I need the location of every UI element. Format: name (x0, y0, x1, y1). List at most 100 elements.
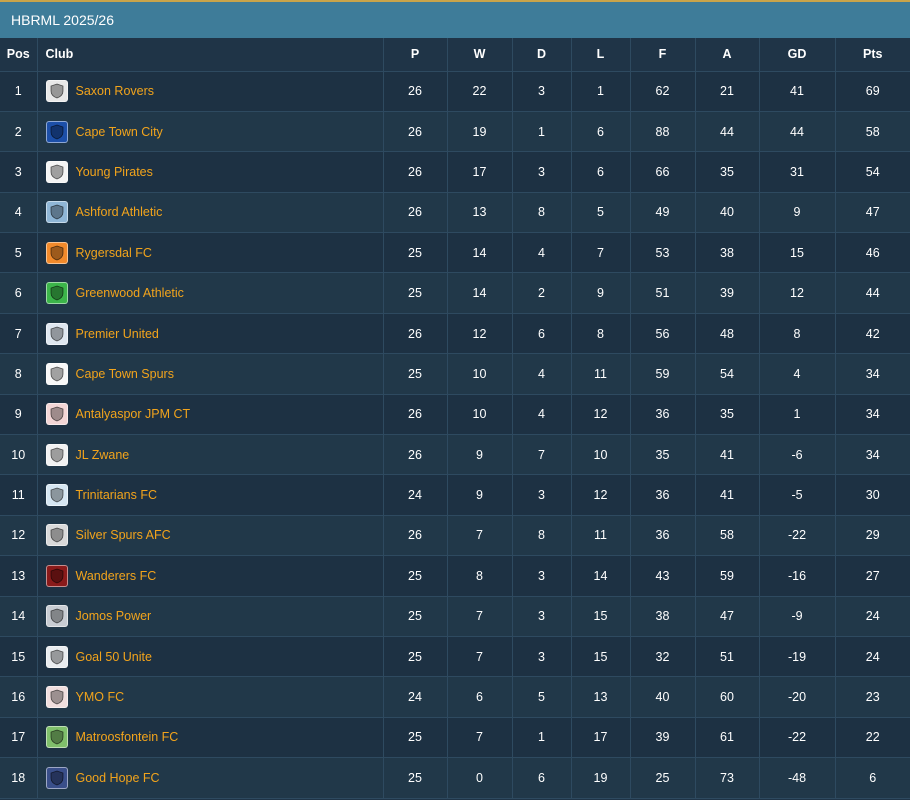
goal-difference-cell: -16 (759, 555, 836, 597)
won-cell: 12 (447, 313, 513, 355)
position-cell: 10 (0, 434, 38, 476)
position-cell: 2 (0, 111, 38, 153)
table-row: 10 JL Zwane 26 9 7 10 35 41 -6 34 (0, 434, 910, 476)
club-link[interactable]: Trinitarians FC (76, 488, 158, 502)
played-cell: 25 (383, 272, 448, 314)
points-cell: 29 (835, 515, 910, 557)
played-cell: 25 (383, 596, 448, 637)
col-header-points[interactable]: Pts (835, 38, 910, 72)
drawn-cell: 6 (512, 757, 572, 799)
position-cell: 14 (0, 596, 38, 637)
goal-difference-cell: -22 (759, 515, 836, 557)
club-link[interactable]: Antalyaspor JPM CT (76, 407, 191, 421)
drawn-cell: 1 (512, 111, 572, 153)
lost-cell: 13 (571, 676, 631, 718)
lost-cell: 14 (571, 555, 631, 597)
club-link[interactable]: Wanderers FC (76, 569, 157, 583)
club-link[interactable]: Cape Town Spurs (76, 367, 174, 381)
won-cell: 7 (447, 596, 513, 637)
lost-cell: 9 (571, 272, 631, 314)
club-cell: Cape Town Spurs (37, 353, 384, 395)
won-cell: 7 (447, 717, 513, 759)
position-cell: 15 (0, 636, 38, 678)
club-cell: Cape Town City (37, 111, 384, 153)
club-link[interactable]: Young Pirates (76, 165, 153, 179)
goals-against-cell: 44 (695, 111, 760, 153)
points-cell: 46 (835, 232, 910, 274)
won-cell: 13 (447, 192, 513, 234)
lost-cell: 11 (571, 515, 631, 557)
points-cell: 44 (835, 272, 910, 314)
club-link[interactable]: Goal 50 Unite (76, 650, 152, 664)
club-link[interactable]: Matroosfontein FC (76, 730, 179, 744)
table-row: 17 Matroosfontein FC 25 7 1 17 39 61 -22 22 (0, 717, 910, 759)
col-header-club[interactable]: Club (37, 38, 384, 72)
table-row: 3 Young Pirates 26 17 3 6 66 35 31 54 (0, 151, 910, 193)
club-cell: Trinitarians FC (37, 474, 384, 516)
drawn-cell: 4 (512, 232, 572, 274)
goals-for-cell: 40 (630, 676, 696, 718)
col-header-lost[interactable]: L (571, 38, 631, 72)
club-link[interactable]: Saxon Rovers (76, 84, 155, 98)
col-header-goal-difference[interactable]: GD (759, 38, 836, 72)
goal-difference-cell: -22 (759, 717, 836, 759)
club-link[interactable]: Silver Spurs AFC (76, 528, 171, 542)
points-cell: 34 (835, 353, 910, 395)
league-table-widget: HBRML 2025/26 Pos Club P W D L F A GD Pt… (0, 0, 910, 800)
col-header-pos[interactable]: Pos (0, 38, 38, 72)
goal-difference-cell: 9 (759, 192, 836, 234)
club-cell: JL Zwane (37, 434, 384, 476)
table-row: 8 Cape Town Spurs 25 10 4 11 59 54 4 34 (0, 353, 910, 395)
points-cell: 6 (835, 757, 910, 799)
club-link[interactable]: Rygersdal FC (76, 246, 152, 260)
saxon-rovers-crest-icon (45, 80, 68, 103)
points-cell: 34 (835, 434, 910, 476)
standings-table: Pos Club P W D L F A GD Pts 1 Saxon Rover… (0, 38, 910, 799)
drawn-cell: 6 (512, 313, 572, 355)
played-cell: 24 (383, 474, 448, 516)
goal-difference-cell: -9 (759, 596, 836, 637)
col-header-against[interactable]: A (695, 38, 760, 72)
club-link[interactable]: Jomos Power (76, 609, 152, 623)
ashford-athletic-crest-icon (45, 201, 68, 224)
table-row: 1 Saxon Rovers 26 22 3 1 62 21 41 69 (0, 71, 910, 112)
club-link[interactable]: Greenwood Athletic (76, 286, 184, 300)
club-cell: Goal 50 Unite (37, 636, 384, 678)
played-cell: 25 (383, 757, 448, 799)
col-header-won[interactable]: W (447, 38, 513, 72)
club-link[interactable]: Ashford Athletic (76, 205, 163, 219)
goals-against-cell: 40 (695, 192, 760, 234)
club-link[interactable]: Premier United (76, 327, 159, 341)
goals-for-cell: 25 (630, 757, 696, 799)
table-row: 18 Good Hope FC 25 0 6 19 25 73 -48 6 (0, 757, 910, 799)
won-cell: 9 (447, 434, 513, 476)
goal-difference-cell: -48 (759, 757, 836, 799)
col-header-drawn[interactable]: D (512, 38, 572, 72)
goals-against-cell: 61 (695, 717, 760, 759)
club-cell: Greenwood Athletic (37, 272, 384, 314)
club-link[interactable]: YMO FC (76, 690, 125, 704)
club-cell: Silver Spurs AFC (37, 515, 384, 557)
played-cell: 25 (383, 636, 448, 678)
club-link[interactable]: Cape Town City (76, 125, 163, 139)
goals-against-cell: 41 (695, 474, 760, 516)
position-cell: 8 (0, 353, 38, 395)
goal-difference-cell: 4 (759, 353, 836, 395)
position-cell: 5 (0, 232, 38, 274)
drawn-cell: 5 (512, 676, 572, 718)
position-cell: 11 (0, 474, 38, 516)
club-link[interactable]: JL Zwane (76, 448, 130, 462)
trinitarians-fc-crest-icon (45, 484, 68, 507)
club-link[interactable]: Good Hope FC (76, 771, 160, 785)
col-header-for[interactable]: F (630, 38, 696, 72)
col-header-played[interactable]: P (383, 38, 448, 72)
points-cell: 42 (835, 313, 910, 355)
goals-against-cell: 21 (695, 71, 760, 112)
goals-for-cell: 36 (630, 394, 696, 436)
drawn-cell: 3 (512, 555, 572, 597)
won-cell: 14 (447, 232, 513, 274)
goals-for-cell: 51 (630, 272, 696, 314)
goals-for-cell: 59 (630, 353, 696, 395)
played-cell: 26 (383, 434, 448, 476)
played-cell: 26 (383, 192, 448, 234)
